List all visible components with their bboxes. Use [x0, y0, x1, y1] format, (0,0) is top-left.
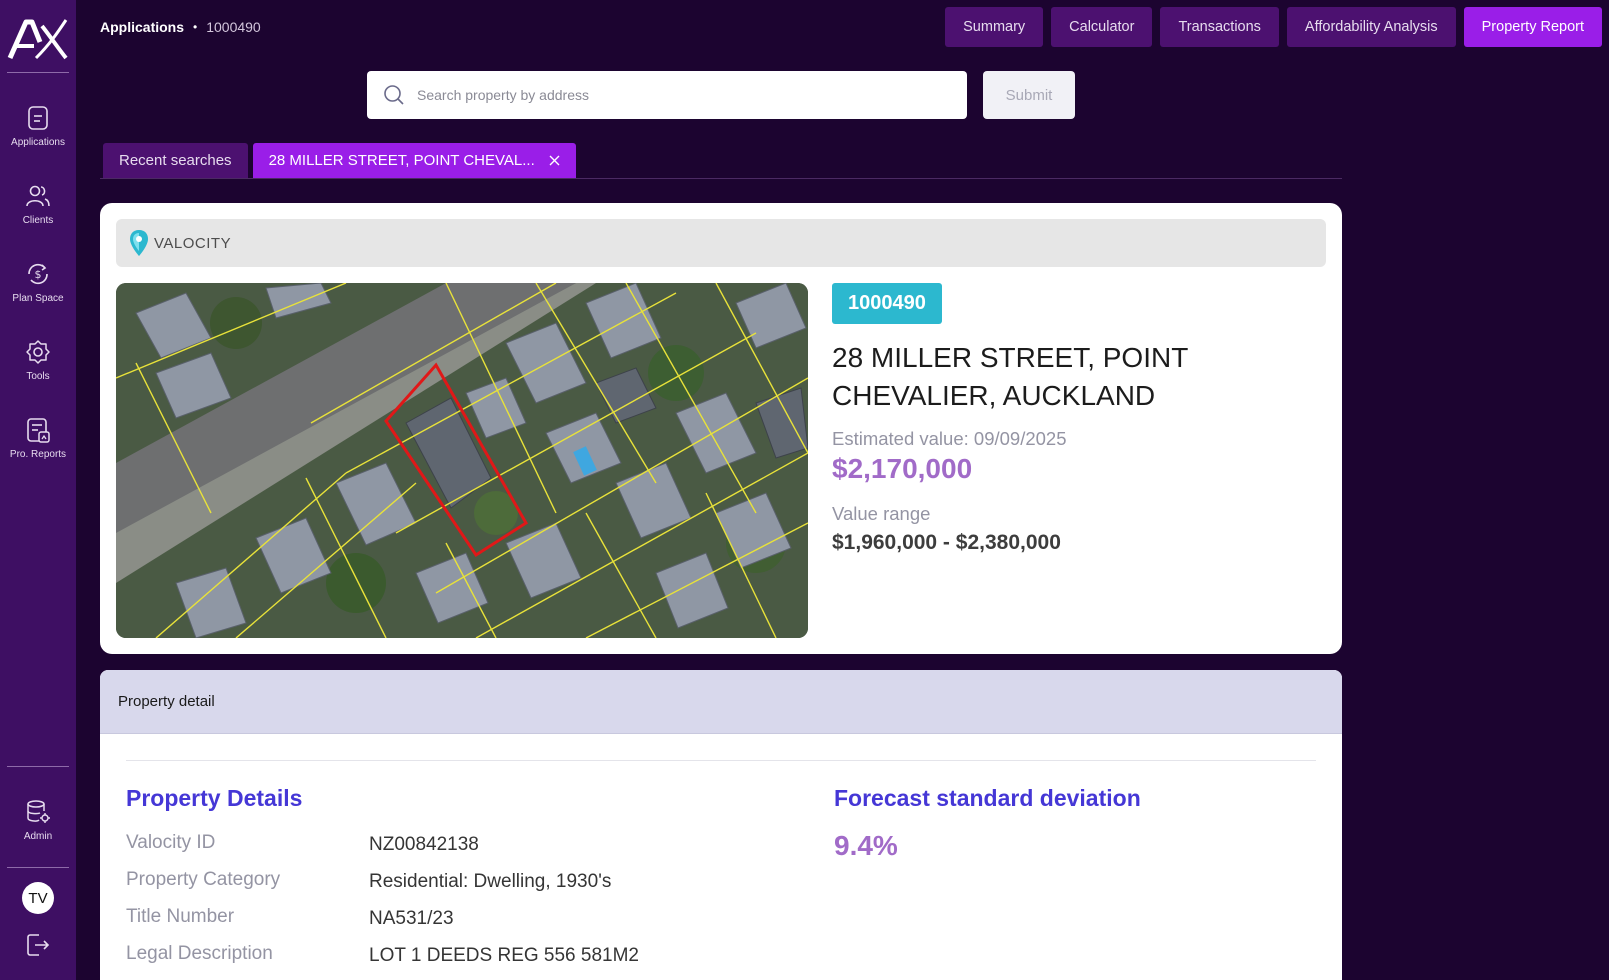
document-icon [28, 105, 48, 130]
property-address: 28 MILLER STREET, POINT CHEVALIER, AUCKL… [832, 342, 1188, 411]
forecast-title: Forecast standard deviation [834, 785, 1141, 811]
value-range: $1,960,000 - $2,380,000 [832, 531, 1061, 554]
logout-icon[interactable] [25, 932, 51, 958]
top-tabs: Summary Calculator Transactions Affordab… [945, 7, 1602, 47]
sidebar-divider [7, 766, 69, 767]
detail-value: LOT 1 DEEDS REG 556 581M2 [369, 945, 639, 966]
sidebar-item-pro-reports[interactable]: Pro. Reports [0, 399, 76, 477]
tab-current-property[interactable]: 28 MILLER STREET, POINT CHEVAL... [252, 143, 576, 178]
application-id-badge: 1000490 [832, 283, 942, 324]
forecast-value: 9.4% [834, 830, 898, 861]
property-details-title: Property Details [126, 785, 303, 811]
sidebar-item-plan-space[interactable]: $ Plan Space [0, 243, 76, 321]
provider-bar: VALOCITY [116, 219, 1326, 267]
sidebar-divider [7, 72, 69, 73]
detail-label: Title Number [126, 906, 235, 927]
gear-icon [26, 339, 50, 364]
detail-value: NA531/23 [369, 908, 454, 929]
tab-summary[interactable]: Summary [945, 7, 1044, 47]
value-range-label: Value range [832, 503, 931, 524]
estimated-value-label: Estimated value: 09/09/2025 [832, 428, 1067, 449]
aerial-map-image[interactable] [116, 283, 808, 638]
tab-affordability-analysis[interactable]: Affordability Analysis [1286, 7, 1456, 47]
search-input[interactable] [417, 87, 937, 103]
tab-calculator[interactable]: Calculator [1051, 7, 1153, 47]
sidebar-item-label: Tools [26, 370, 50, 382]
breadcrumb-separator: • [193, 20, 198, 34]
report-icon [27, 417, 50, 443]
detail-label: Property Category [126, 869, 281, 890]
dollar-cycle-icon: $ [28, 263, 48, 284]
database-settings-icon [27, 799, 50, 823]
tabs-underline [100, 178, 1342, 179]
sidebar-item-label: Pro. Reports [9, 448, 67, 460]
submit-button[interactable]: Submit [983, 71, 1075, 119]
tab-current-property-label: 28 MILLER STREET, POINT CHEVAL... [268, 152, 535, 169]
sidebar-bottom: Admin TV [0, 758, 76, 980]
breadcrumb: Applications • 1000490 [100, 19, 261, 35]
property-detail-header[interactable]: Property detail [100, 670, 1342, 734]
sidebar-divider [7, 867, 69, 868]
property-card: VALOCITY 1000490 28 MILLER STREET, POINT… [100, 203, 1342, 654]
app-logo[interactable] [6, 12, 70, 64]
property-detail-section: Property detail Property Details Valocit… [100, 670, 1342, 980]
search-icon [384, 85, 404, 105]
sidebar: Applications Clients $ Plan Space Tools … [0, 0, 76, 980]
detail-value: Residential: Dwelling, 1930's [369, 871, 612, 892]
sidebar-item-label: Applications [11, 136, 65, 148]
sidebar-item-clients[interactable]: Clients [0, 165, 76, 243]
aerial-photo [116, 283, 808, 638]
detail-divider [126, 760, 1316, 761]
estimated-value: $2,170,000 [832, 453, 973, 484]
sidebar-item-label: Clients [22, 214, 54, 226]
detail-value: NZ00842138 [369, 834, 479, 855]
sidebar-item-applications[interactable]: Applications [0, 87, 76, 165]
svg-text:$: $ [35, 268, 42, 281]
search-bar [367, 71, 967, 119]
breadcrumb-section[interactable]: Applications [100, 19, 184, 35]
tab-transactions[interactable]: Transactions [1160, 7, 1279, 47]
sidebar-item-tools[interactable]: Tools [0, 321, 76, 399]
detail-label: Legal Description [126, 943, 273, 964]
sidebar-item-label: Plan Space [12, 292, 64, 304]
close-icon[interactable] [549, 155, 560, 166]
search-tabs: Recent searches 28 MILLER STREET, POINT … [103, 143, 576, 178]
tab-recent-searches[interactable]: Recent searches [103, 143, 248, 178]
avatar[interactable]: TV [22, 882, 54, 914]
tab-property-report[interactable]: Property Report [1463, 7, 1602, 47]
users-icon [26, 185, 50, 206]
sidebar-item-label: Admin [23, 830, 53, 842]
location-pin-icon [130, 230, 148, 256]
sidebar-item-admin[interactable]: Admin [0, 781, 76, 859]
detail-label: Valocity ID [126, 832, 216, 853]
provider-name: VALOCITY [154, 234, 232, 252]
breadcrumb-application-id: 1000490 [206, 19, 261, 35]
